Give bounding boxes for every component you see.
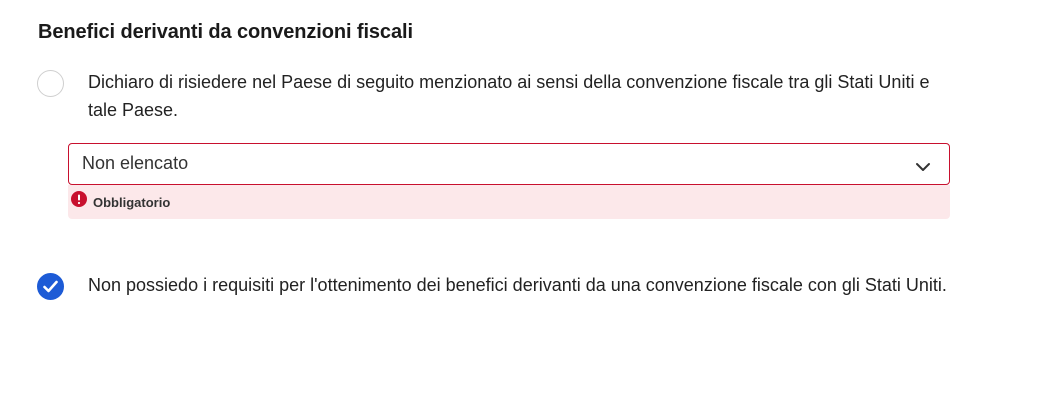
country-select-value: Non elencato <box>82 153 189 173</box>
chevron-down-icon[interactable] <box>915 159 931 177</box>
no-treaty-radio[interactable] <box>37 273 64 300</box>
treaty-resident-label: Dichiaro di risiedere nel Paese di segui… <box>88 72 930 120</box>
treaty-resident-radio[interactable] <box>37 70 64 97</box>
country-select-field: Non elencato Obbligatorio <box>68 143 950 219</box>
no-treaty-label: Non possiedo i requisiti per l'ottenimen… <box>88 275 947 295</box>
error-icon <box>71 191 87 212</box>
section-title: Benefici derivanti da convenzioni fiscal… <box>38 21 413 43</box>
country-select[interactable]: Non elencato <box>68 143 950 185</box>
checkmark-icon <box>43 280 58 293</box>
error-text: Obbligatorio <box>93 195 171 210</box>
error-message: Obbligatorio <box>68 185 950 219</box>
